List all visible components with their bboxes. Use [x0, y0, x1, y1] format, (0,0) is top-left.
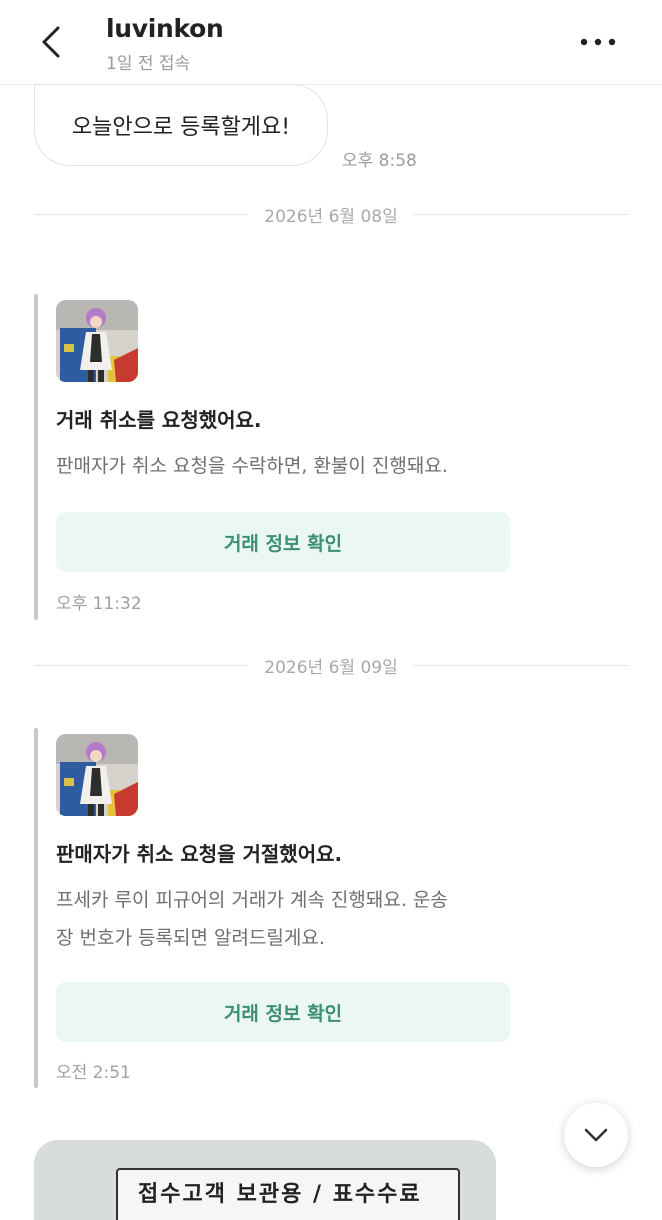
chevron-down-icon [584, 1128, 608, 1142]
card-body-line-1: 프세카 루이 피규어의 거래가 계속 진행돼요. 운송 [56, 889, 448, 911]
product-thumbnail[interactable] [56, 300, 138, 382]
card-title: 거래 취소를 요청했어요. [56, 408, 262, 432]
receipt-label-text: 접수고객 보관용 / 표수수료 [138, 1182, 422, 1207]
chat-header: luvinkon 1일 전 접속 [0, 0, 662, 85]
chat-partner-name[interactable]: luvinkon [106, 14, 224, 43]
date-divider: 2026년 6월 09일 [34, 654, 629, 678]
card-accent-bar [34, 728, 38, 1088]
view-transaction-button[interactable]: 거래 정보 확인 [56, 512, 510, 572]
more-horizontal-icon [580, 38, 616, 46]
message-time: 오후 8:58 [342, 151, 417, 171]
card-time: 오전 2:51 [56, 1063, 131, 1083]
figure-image [56, 734, 138, 816]
chevron-left-icon [42, 26, 60, 58]
card-time: 오후 11:32 [56, 594, 142, 614]
more-options-button[interactable] [572, 22, 624, 62]
date-label: 2026년 6월 08일 [264, 206, 398, 227]
card-accent-bar [34, 294, 38, 620]
figure-image [56, 300, 138, 382]
last-seen-status: 1일 전 접속 [106, 54, 191, 74]
receipt-label: 접수고객 보관용 / 표수수료 [116, 1168, 460, 1220]
date-label: 2026년 6월 09일 [264, 657, 398, 678]
view-transaction-button[interactable]: 거래 정보 확인 [56, 982, 510, 1042]
back-button[interactable] [30, 20, 74, 64]
scroll-to-bottom-button[interactable] [564, 1103, 628, 1167]
photo-message[interactable]: 접수고객 보관용 / 표수수료 [34, 1140, 496, 1220]
product-thumbnail[interactable] [56, 734, 138, 816]
date-divider: 2026년 6월 08일 [34, 203, 629, 227]
message-bubble[interactable]: 오늘안으로 등록할게요! [34, 84, 328, 166]
card-title: 판매자가 취소 요청을 거절했어요. [56, 842, 343, 866]
system-message-card: 거래 취소를 요청했어요. 판매자가 취소 요청을 수락하면, 환불이 진행돼요… [34, 294, 514, 620]
message-text: 오늘안으로 등록할게요! [71, 115, 291, 140]
card-body: 판매자가 취소 요청을 수락하면, 환불이 진행돼요. [56, 455, 448, 477]
card-body-line-2: 장 번호가 등록되면 알려드릴게요. [56, 927, 325, 949]
system-message-card: 판매자가 취소 요청을 거절했어요. 프세카 루이 피규어의 거래가 계속 진행… [34, 728, 514, 1088]
